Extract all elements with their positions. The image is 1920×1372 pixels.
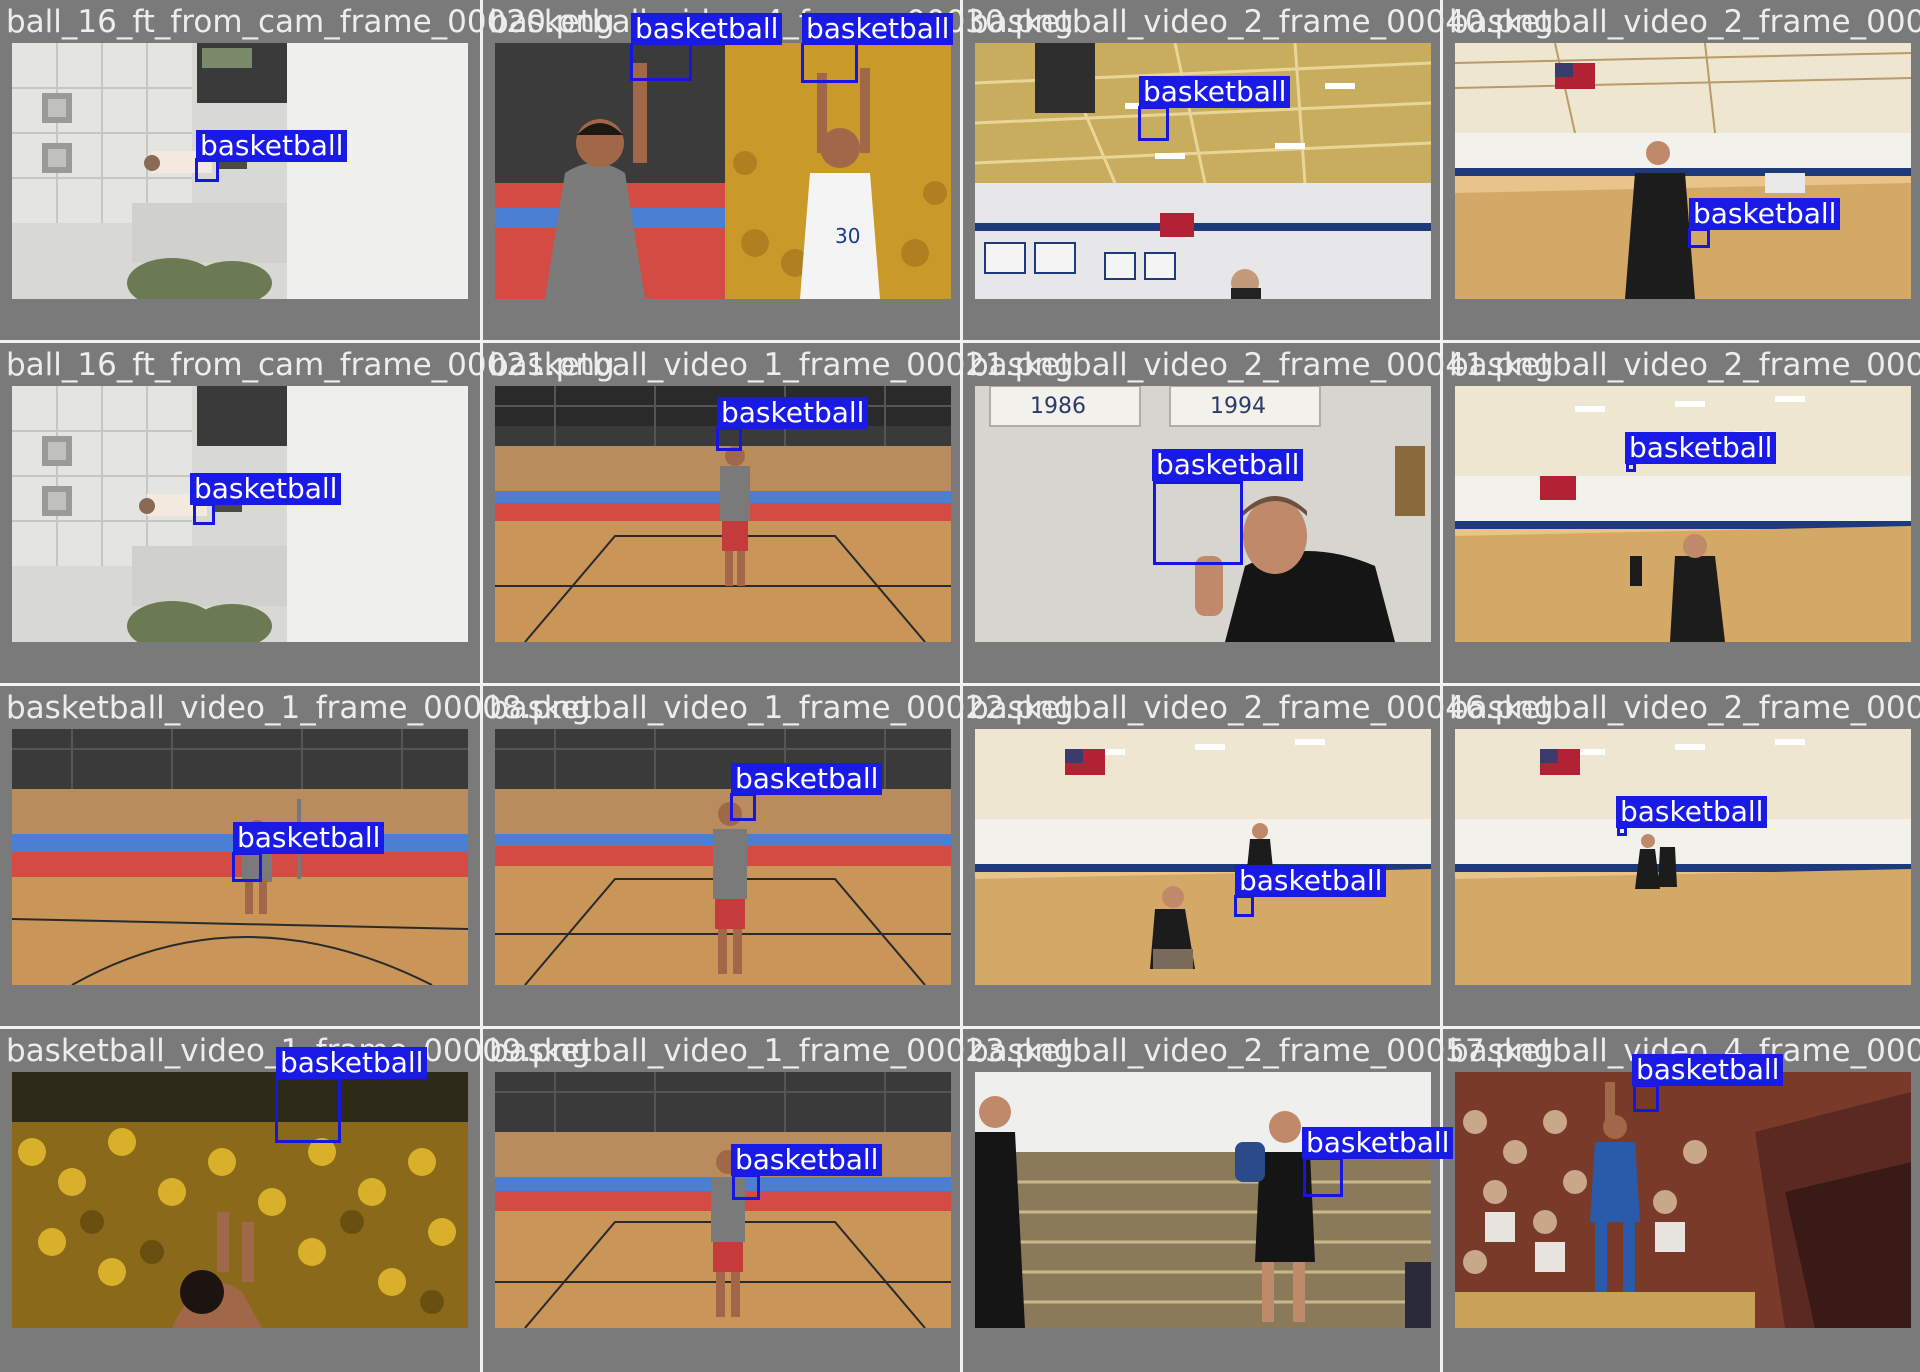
detection-label: basketball — [631, 13, 783, 45]
detection-label: basketball — [233, 822, 385, 854]
tile: basketball basketball_video_1_frame_0000… — [0, 686, 591, 1029]
detection-label: basketball — [717, 397, 869, 429]
frame-image — [495, 729, 951, 985]
tile: 30 basketball basketball basketball_vide… — [480, 0, 1074, 343]
detection-label: basketball — [1139, 76, 1291, 108]
bounding-box — [1138, 106, 1169, 141]
detection-label: basketball — [1689, 198, 1841, 230]
bounding-box — [1153, 481, 1243, 565]
tile: basketball basketball_video_1_frame_0002… — [480, 686, 1074, 1029]
bounding-box — [730, 793, 756, 821]
detection-label: basketball — [802, 13, 954, 45]
tile: basketball basketball_video_2_frame_0008… — [1440, 343, 1920, 686]
frame-image — [12, 1072, 468, 1328]
bounding-box — [732, 1174, 760, 1200]
tile: 1986 1994 basketball basketball_video_2_… — [960, 343, 1554, 686]
detection-label: basketball — [196, 130, 348, 162]
bounding-box — [716, 427, 742, 451]
detection-label: basketball — [1152, 449, 1304, 481]
detection-mosaic: basketball ball_16_ft_from_cam_frame_000… — [0, 0, 1920, 1372]
bounding-box — [275, 1077, 341, 1143]
detection-label: basketball — [1302, 1127, 1454, 1159]
detection-label: basketball — [1632, 1054, 1784, 1086]
svg-text:30: 30 — [835, 224, 860, 248]
tile-filename: basketball_video_2_frame_00082.png — [1449, 347, 1920, 383]
frame-image — [1455, 386, 1911, 642]
tile: basketball basketball_video_1_frame_0000… — [0, 1029, 591, 1372]
tile: basketball basketball_video_1_frame_0002… — [480, 1029, 1074, 1372]
detection-label: basketball — [1625, 432, 1777, 464]
detection-label: basketball — [1235, 865, 1387, 897]
frame-image — [12, 43, 468, 299]
tile: basketball basketball_video_2_frame_0008… — [1440, 686, 1920, 1029]
bounding-box — [1688, 228, 1710, 248]
frame-image — [1455, 1072, 1911, 1328]
bounding-box — [1303, 1157, 1343, 1197]
frame-image — [495, 1072, 951, 1328]
bounding-box — [1633, 1084, 1659, 1112]
detection-label: basketball — [1616, 796, 1768, 828]
tile-filename: basketball_video_2_frame_00081.png — [1449, 4, 1920, 40]
frame-image — [12, 386, 468, 642]
tile: basketball basketball_video_2_frame_0005… — [960, 1029, 1554, 1372]
frame-image — [975, 729, 1431, 985]
bounding-box — [232, 852, 262, 882]
frame-image: 30 — [495, 43, 951, 299]
tile: basketball basketball_video_4_frame_0004… — [1440, 1029, 1920, 1372]
banner-year: 1986 — [1030, 394, 1086, 419]
tile-filename: basketball_video_2_frame_00083.png — [1449, 690, 1920, 726]
tile: basketball basketball_video_1_frame_0002… — [480, 343, 1074, 686]
frame-image — [1455, 43, 1911, 299]
tile: basketball basketball_video_2_frame_0004… — [960, 0, 1554, 343]
tile: basketball basketball_video_2_frame_0004… — [960, 686, 1554, 1029]
bounding-box — [630, 43, 692, 81]
detection-label: basketball — [276, 1047, 428, 1079]
bounding-box — [1234, 895, 1254, 917]
frame-image — [975, 1072, 1431, 1328]
tile: basketball ball_16_ft_from_cam_frame_000… — [0, 0, 615, 343]
tile: basketball basketball_video_2_frame_0008… — [1440, 0, 1920, 343]
tile: basketball ball_16_ft_from_cam_frame_000… — [0, 343, 615, 686]
frame-image — [1455, 729, 1911, 985]
detection-label: basketball — [731, 1144, 883, 1176]
detection-label: basketball — [731, 763, 883, 795]
detection-label: basketball — [190, 473, 342, 505]
bounding-box — [193, 503, 215, 525]
banner-year: 1994 — [1210, 394, 1266, 419]
bounding-box — [801, 43, 858, 83]
